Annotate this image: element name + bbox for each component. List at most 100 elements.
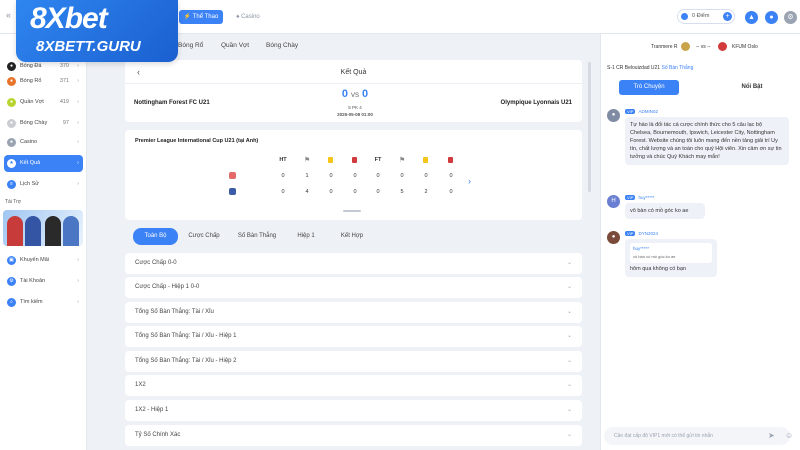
subnav-tennis[interactable]: Quần Vợt: [221, 42, 249, 49]
ft-header: FT: [374, 157, 382, 163]
basketball-icon: ●: [7, 77, 16, 86]
odds-row[interactable]: Tổng Số Bàn Thắng: Tài / Xỉu - Hiệp 1 ⌄: [125, 326, 582, 347]
stat-cell: 1: [305, 173, 309, 179]
chevron-down-icon: ⌄: [566, 432, 572, 438]
page-title: Kết Quả: [340, 69, 367, 76]
tab-chat[interactable]: Trò Chuyện: [619, 80, 679, 95]
stat-cell: 0: [353, 173, 357, 179]
mini-scoreboard[interactable]: Tranmere R -- vs -- KFUM Oslo: [601, 34, 800, 58]
sponsor-banner[interactable]: [3, 210, 83, 246]
stat-cell: 0: [424, 173, 428, 179]
bag-icon[interactable]: ▲: [745, 11, 758, 24]
stat-cell: 0: [329, 173, 333, 179]
stat-cell: 0: [376, 189, 380, 195]
send-icon[interactable]: ➤: [768, 431, 775, 440]
chevron-right-icon: ›: [77, 160, 79, 166]
casino-tab[interactable]: ♠ Casino: [228, 10, 268, 24]
stat-cell: 0: [449, 173, 453, 179]
balance-pill[interactable]: 0 Điểm +: [677, 9, 735, 24]
sidebar-item-tennis[interactable]: ● Quần Vợt 419 ›: [4, 94, 83, 111]
sponsor-title: Tái Trợ: [5, 199, 22, 205]
tab-first-half[interactable]: Hiệp 1: [288, 228, 324, 245]
ht-header: HT: [279, 157, 287, 163]
site-url: 8XBETT.GURU: [36, 38, 141, 55]
chevron-right-icon: ›: [77, 299, 79, 305]
chevron-down-icon: ⌄: [566, 309, 572, 315]
subnav-baseball[interactable]: Bóng Chày: [266, 42, 298, 49]
history-icon: ≡: [7, 180, 16, 189]
brand-logo[interactable]: 8Xbet 8XBETT.GURU: [16, 0, 178, 62]
live-line: S-1 CR Belouizdad U21 Số Bàn Thắng: [607, 65, 694, 71]
user-icon[interactable]: ●: [765, 11, 778, 24]
stat-cell: 0: [329, 189, 333, 195]
odds-row[interactable]: Tổng Số Bàn Thắng: Tài / Xỉu - Hiệp 2 ⌄: [125, 351, 582, 372]
sidebar-item-basketball[interactable]: ● Bóng Rổ 371 ›: [4, 73, 83, 90]
match-header-card: ‹ Kết Quả Nottingham Forest FC U21 Olymp…: [125, 60, 582, 122]
tab-combo[interactable]: Kết Hợp: [330, 228, 374, 245]
tab-goals[interactable]: Số Bàn Thắng: [230, 228, 284, 245]
sidebar-item-results[interactable]: ★ Kết Quả ›: [4, 155, 83, 172]
gift-icon: ▣: [7, 256, 16, 265]
chat-panel: Tranmere R -- vs -- KFUM Oslo S-1 CR Bel…: [600, 34, 800, 450]
tab-all[interactable]: Toàn Bộ: [133, 228, 178, 245]
red-card-icon: [352, 157, 357, 163]
odds-row[interactable]: Cược Chấp - Hiệp 1 0-0 ⌄: [125, 277, 582, 298]
mini-score: -- vs --: [696, 44, 711, 50]
quoted-message: huy***** vô bàn có mồ góc ko ae: [630, 243, 712, 263]
stat-cell: 0: [449, 189, 453, 195]
yellow-card-icon: [328, 157, 333, 163]
subnav-basketball[interactable]: Bóng Rổ: [178, 42, 203, 49]
logo-text: 8Xbet: [30, 2, 108, 35]
sport-tab[interactable]: ⚡ Thể Thao: [179, 10, 223, 24]
sidebar-item-casino[interactable]: ♠ Casino ›: [4, 134, 83, 151]
player-figure: [45, 216, 61, 246]
avatar: ●: [607, 231, 620, 244]
chat-message: VIP DYN2024 huy***** vô bàn có mồ góc ko …: [625, 230, 789, 277]
stat-cell: 2: [424, 189, 428, 195]
chevron-right-icon: ›: [77, 257, 79, 263]
stat-cell: 5: [400, 189, 404, 195]
sidebar-item-search[interactable]: ⌕ Tìm kiếm ›: [4, 294, 83, 311]
chat-input[interactable]: Cần đạt cấp độ VIP1 mới có thể gửi tin n…: [604, 427, 790, 445]
match-datetime: 2025-05-08 01:00: [337, 112, 373, 117]
tab-handicap[interactable]: Cược Chấp: [182, 228, 226, 245]
chevron-down-icon: ⌄: [566, 333, 572, 339]
stat-cell: 0: [376, 173, 380, 179]
sidebar-item-account[interactable]: ⚙ Tài Khoản ›: [4, 273, 83, 290]
chevron-right-icon: ›: [77, 278, 79, 284]
chevron-down-icon: ⌄: [566, 382, 572, 388]
home-team: Nottingham Forest FC U21: [134, 100, 210, 106]
stat-cell: 0: [353, 189, 357, 195]
deposit-plus-icon[interactable]: +: [723, 12, 732, 21]
avatar: H: [607, 195, 620, 208]
score: 0 VS 0: [341, 88, 369, 100]
collapse-icon[interactable]: «: [6, 10, 11, 20]
odds-row[interactable]: Cược Chấp 0-0 ⌄: [125, 253, 582, 274]
sidebar-item-history[interactable]: ≡ Lịch Sử ›: [4, 176, 83, 193]
odds-row[interactable]: Tổng Số Bàn Thắng: Tài / Xỉu ⌄: [125, 302, 582, 323]
mini-away-team: KFUM Oslo: [732, 44, 758, 50]
settings-icon[interactable]: ⚙: [784, 11, 797, 24]
odds-row[interactable]: Tỷ Số Chính Xác ⌄: [125, 425, 582, 446]
penalty-status: 5 PK 4: [348, 105, 362, 110]
tab-featured[interactable]: Nổi Bật: [719, 80, 785, 95]
player-figure: [7, 216, 23, 246]
chevron-down-icon: ⌄: [566, 284, 572, 290]
stats-card: Premier League International Cup U21 (tạ…: [125, 130, 582, 220]
carousel-dots[interactable]: [343, 210, 361, 212]
odds-row[interactable]: 1X2 ⌄: [125, 375, 582, 396]
sidebar-item-baseball[interactable]: ● Bóng Chày 97 ›: [4, 115, 83, 132]
divider: [125, 83, 582, 84]
stat-cell: 0: [281, 189, 285, 195]
stat-cell: 0: [281, 173, 285, 179]
casino-icon: ♠: [7, 138, 16, 147]
chevron-right-icon[interactable]: ›: [468, 176, 471, 186]
football-icon: ●: [7, 62, 16, 71]
gear-icon: ⚙: [7, 277, 16, 286]
emoji-icon[interactable]: ☺: [785, 431, 793, 440]
main-scrollbar[interactable]: [588, 62, 591, 192]
sidebar: ● Bóng Đá 370 › ● Bóng Rổ 371 › ● Quần Vợt 419 › …: [0, 34, 87, 450]
odds-row[interactable]: 1X2 - Hiệp 1 ⌄: [125, 400, 582, 421]
stat-cell: 0: [400, 173, 404, 179]
sidebar-item-promotions[interactable]: ▣ Khuyến Mãi ›: [4, 252, 83, 269]
